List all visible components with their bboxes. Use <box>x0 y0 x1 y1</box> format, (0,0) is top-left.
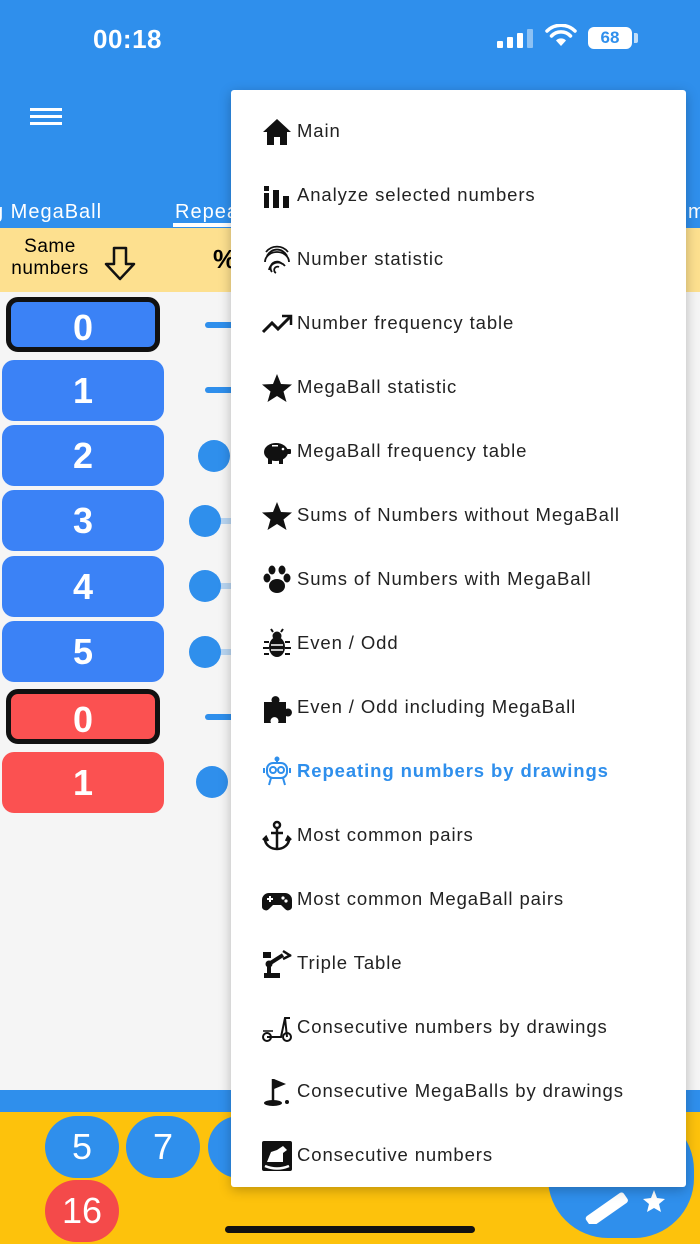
bug-icon <box>263 628 291 657</box>
menu-item-label: Even / Odd including MegaBall <box>297 696 577 717</box>
menu-item-label: Triple Table <box>297 952 403 973</box>
row-slider-thumb[interactable] <box>189 636 221 668</box>
row-button-blue-0[interactable]: 0 <box>6 297 160 352</box>
piggy-bank-icon <box>264 443 291 464</box>
paw-icon <box>263 565 291 593</box>
trending-up-icon <box>261 314 293 334</box>
row-button-red-0[interactable]: 0 <box>6 689 160 744</box>
menu-item-label: MegaBall frequency table <box>297 440 528 461</box>
tab-megaball[interactable]: g MegaBall <box>0 201 102 224</box>
menu-item-label: Even / Odd <box>297 632 399 653</box>
menu-item-label: Sums of Numbers with MegaBall <box>297 568 592 589</box>
tab-repeating[interactable]: Repea <box>175 201 239 224</box>
row-button-blue-3[interactable]: 3 <box>2 490 164 551</box>
menu-item-label: Consecutive numbers by drawings <box>297 1016 608 1037</box>
menu-item-even-odd-megaball[interactable]: Even / Odd including MegaBall <box>231 676 686 740</box>
status-time: 00:18 <box>93 24 162 54</box>
wifi-icon <box>545 24 577 46</box>
row-button-blue-2[interactable]: 2 <box>2 425 164 486</box>
battery-indicator: 68 <box>588 27 632 49</box>
menu-item-label: Analyze selected numbers <box>297 184 536 205</box>
row-slider-thumb[interactable] <box>198 440 230 472</box>
star-icon <box>262 502 292 530</box>
row-button-blue-1[interactable]: 1 <box>2 360 164 421</box>
battery-tip <box>634 33 638 43</box>
number-ball[interactable]: 7 <box>126 1116 200 1178</box>
menu-item-label: MegaBall statistic <box>297 376 458 397</box>
same-numbers-header[interactable]: Same numbers <box>0 236 100 280</box>
home-indicator <box>225 1226 475 1233</box>
row-slider-thumb[interactable] <box>189 570 221 602</box>
fingerprint-icon <box>264 245 290 274</box>
bar-chart-icon <box>264 186 289 208</box>
row-button-blue-4[interactable]: 4 <box>2 556 164 617</box>
robot-icon <box>263 756 291 786</box>
menu-item-label: Consecutive numbers <box>297 1144 494 1165</box>
menu-item-label: Main <box>297 120 341 141</box>
anchor-icon <box>262 820 292 851</box>
megaball-ball[interactable]: 16 <box>45 1180 119 1242</box>
menu-item-label: Sums of Numbers without MegaBall <box>297 504 620 525</box>
number-ball[interactable]: 5 <box>45 1116 119 1178</box>
menu-item-sums-without-megaball[interactable]: Sums of Numbers without MegaBall <box>231 484 686 548</box>
scooter-icon <box>262 1017 292 1042</box>
menu-item-repeating-numbers[interactable]: Repeating numbers by drawings <box>231 740 686 804</box>
menu-item-megaball-frequency-table[interactable]: MegaBall frequency table <box>231 420 686 484</box>
row-button-blue-5[interactable]: 5 <box>2 621 164 682</box>
menu-item-consecutive-numbers-by-drawings[interactable]: Consecutive numbers by drawings <box>231 996 686 1060</box>
menu-item-consecutive-megaballs-by-drawings[interactable]: Consecutive MegaBalls by drawings <box>231 1060 686 1124</box>
menu-item-sums-with-megaball[interactable]: Sums of Numbers with MegaBall <box>231 548 686 612</box>
menu-item-number-statistic[interactable]: Number statistic <box>231 228 686 292</box>
row-slider-thumb[interactable] <box>189 505 221 537</box>
cellular-signal-icon <box>497 28 533 48</box>
menu-item-most-common-pairs[interactable]: Most common pairs <box>231 804 686 868</box>
menu-item-label: Repeating numbers by drawings <box>297 760 609 781</box>
row-button-red-1[interactable]: 1 <box>2 752 164 813</box>
menu-item-consecutive-numbers[interactable]: Consecutive numbers <box>231 1124 686 1188</box>
golf-flag-icon <box>264 1079 289 1106</box>
menu-item-number-frequency-table[interactable]: Number frequency table <box>231 292 686 356</box>
star-icon <box>262 374 292 402</box>
robot-arm-icon <box>263 949 292 978</box>
menu-item-most-common-megaball-pairs[interactable]: Most common MegaBall pairs <box>231 868 686 932</box>
rocking-horse-icon <box>262 1141 292 1171</box>
menu-item-label: Most common pairs <box>297 824 474 845</box>
menu-item-main[interactable]: Main <box>231 100 686 164</box>
tab-next[interactable]: m <box>688 201 700 224</box>
navigation-menu: Main Analyze selected numbers Number sta… <box>231 90 686 1187</box>
menu-item-megaball-statistic[interactable]: MegaBall statistic <box>231 356 686 420</box>
row-slider-thumb[interactable] <box>196 766 228 798</box>
sort-down-arrow-icon[interactable] <box>103 246 137 282</box>
puzzle-icon <box>264 696 292 723</box>
menu-item-label: Most common MegaBall pairs <box>297 888 565 909</box>
hamburger-menu-icon[interactable] <box>30 108 62 126</box>
menu-item-label: Consecutive MegaBalls by drawings <box>297 1080 624 1101</box>
gamepad-icon <box>261 893 293 911</box>
menu-item-analyze-selected-numbers[interactable]: Analyze selected numbers <box>231 164 686 228</box>
home-icon <box>263 119 291 145</box>
menu-item-triple-table[interactable]: Triple Table <box>231 932 686 996</box>
menu-item-label: Number frequency table <box>297 312 515 333</box>
menu-item-label: Number statistic <box>297 248 445 269</box>
menu-item-even-odd[interactable]: Even / Odd <box>231 612 686 676</box>
